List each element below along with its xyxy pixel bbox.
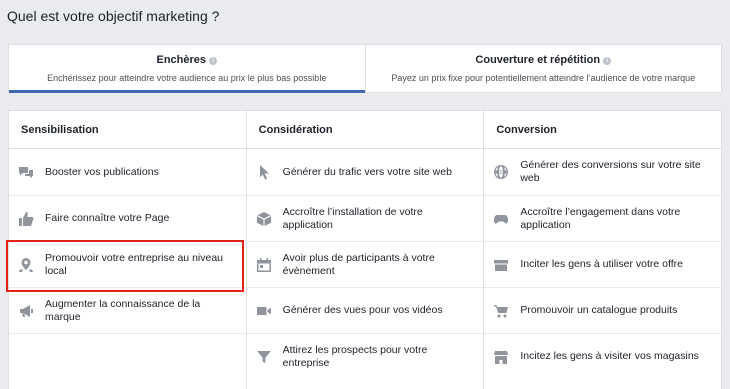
page-title: Quel est votre objectif marketing ? — [7, 8, 220, 24]
thumbs-up-icon — [17, 210, 35, 228]
offer-icon — [492, 256, 510, 274]
objective-faire-connaitre-page[interactable]: Faire connaître votre Page — [9, 195, 246, 241]
column-sensibilisation: Sensibilisation Booster vos publications… — [9, 111, 246, 389]
info-icon[interactable]: i — [209, 57, 218, 65]
info-icon[interactable]: i — [603, 57, 612, 65]
objective-engagement-application[interactable]: Accroître l’engagement dans votre applic… — [484, 195, 722, 241]
objective-connaissance-marque[interactable]: Augmenter la connaissance de la marque — [9, 287, 246, 333]
objective-installation-application[interactable]: Accroître l’installation de votre applic… — [246, 195, 484, 241]
tab-encheres[interactable]: Enchères i Enchérissez pour atteindre vot… — [9, 45, 365, 93]
objective-vues-videos[interactable]: Générer des vues pour vos vidéos — [246, 287, 484, 333]
column-title: Sensibilisation — [9, 111, 246, 149]
store-icon — [492, 348, 510, 366]
empty-cell — [9, 333, 246, 379]
objective-booster-publications[interactable]: Booster vos publications — [9, 149, 246, 195]
funnel-icon — [255, 348, 273, 366]
gamepad-icon — [492, 210, 510, 228]
tab-encheres-subtitle: Enchérissez pour atteindre votre audienc… — [47, 73, 327, 83]
map-pin-icon — [17, 256, 35, 274]
box-icon — [255, 210, 273, 228]
objective-visiter-magasins[interactable]: Incitez les gens à visiter vos magasins — [484, 333, 722, 379]
tab-couverture-repetition[interactable]: Couverture et répétition i Payez un prix … — [364, 45, 722, 92]
column-title: Considération — [246, 111, 484, 149]
speech-bubbles-icon — [17, 163, 35, 181]
objective-trafic-site-web[interactable]: Générer du trafic vers votre site web — [247, 149, 484, 195]
objectives-grid: Sensibilisation Booster vos publications… — [8, 110, 722, 389]
column-conversion: Conversion Générer des conversions sur v… — [483, 111, 722, 389]
tab-couverture-subtitle: Payez un prix fixe pour potentiellement … — [391, 73, 696, 83]
cursor-icon — [255, 163, 273, 181]
objective-catalogue-produits[interactable]: Promouvoir un catalogue produits — [484, 287, 722, 333]
objective-participants-evenement[interactable]: Avoir plus de participants à votre évène… — [246, 241, 484, 287]
objective-utiliser-offre[interactable]: Inciter les gens à utiliser votre offre — [484, 241, 722, 287]
shopping-cart-icon — [492, 302, 510, 320]
tab-couverture-title: Couverture et répétition — [475, 54, 601, 66]
tab-encheres-title: Enchères — [156, 54, 207, 66]
objective-promouvoir-entreprise-local[interactable]: Promouvoir votre entreprise au niveau lo… — [9, 241, 246, 287]
objective-prospects-entreprise[interactable]: Attirez les prospects pour votre entrepr… — [246, 333, 484, 379]
video-camera-icon — [255, 302, 273, 320]
column-title: Conversion — [484, 111, 722, 149]
globe-icon — [492, 163, 510, 181]
megaphone-icon — [17, 302, 35, 320]
objective-conversions-site-web[interactable]: Générer des conversions sur votre site w… — [484, 149, 721, 195]
calendar-icon — [255, 256, 273, 274]
column-consideration: Considération Générer du trafic vers vot… — [245, 111, 484, 389]
bidding-tabs: Enchères i Enchérissez pour atteindre vot… — [8, 44, 722, 93]
